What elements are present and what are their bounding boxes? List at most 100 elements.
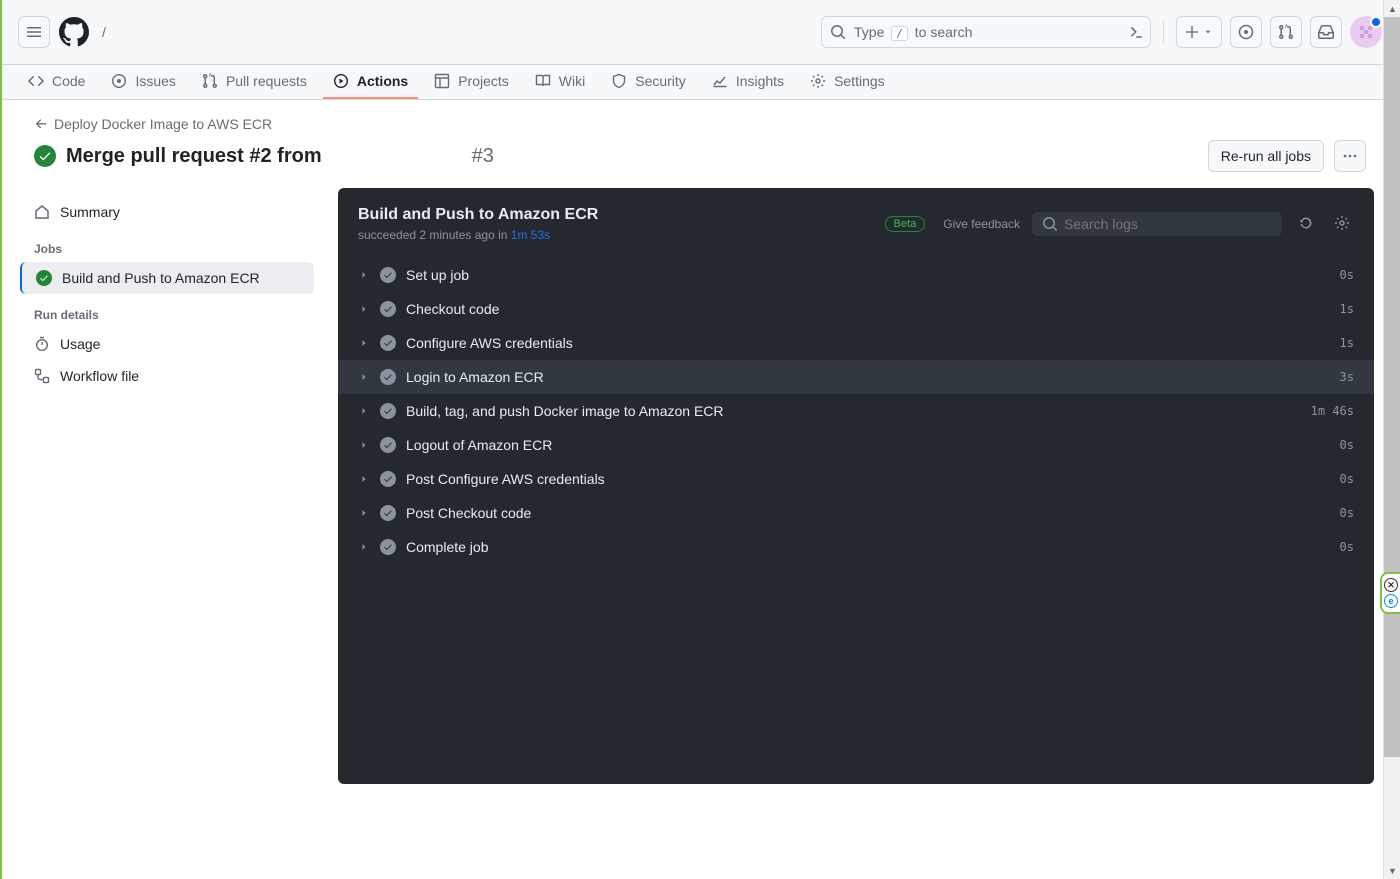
arrow-left-icon	[34, 117, 48, 131]
status-success-icon	[380, 505, 396, 521]
nav-pull-requests[interactable]: Pull requests	[192, 65, 317, 99]
browser-scrollbar[interactable]: ▲ ▼	[1383, 0, 1400, 879]
chevron-right-icon	[358, 439, 370, 451]
github-logo[interactable]	[58, 16, 90, 48]
notifications-button[interactable]	[1310, 16, 1342, 48]
job-subtitle: succeeded 2 minutes ago in 1m 53s	[358, 228, 873, 242]
issue-icon	[1238, 24, 1254, 40]
sidebar-jobs-heading: Jobs	[22, 228, 314, 262]
log-settings-button[interactable]	[1330, 211, 1354, 238]
job-log-panel: Build and Push to Amazon ECR succeeded 2…	[338, 188, 1374, 784]
step-list: Set up job 0s Checkout code 1s Configure…	[338, 250, 1374, 572]
rerun-all-jobs-button[interactable]: Re-run all jobs	[1208, 140, 1324, 172]
sidebar-summary[interactable]: Summary	[22, 196, 314, 228]
nav-issues[interactable]: Issues	[101, 65, 185, 99]
back-label: Deploy Docker Image to AWS ECR	[54, 116, 272, 132]
nav-settings[interactable]: Settings	[800, 65, 895, 99]
step-name: Configure AWS credentials	[406, 335, 1330, 351]
nav-security[interactable]: Security	[601, 65, 696, 99]
issue-icon	[111, 73, 127, 89]
step-row[interactable]: Complete job 0s	[338, 530, 1374, 564]
pull-request-icon	[202, 73, 218, 89]
back-to-workflow-link[interactable]: Deploy Docker Image to AWS ECR	[34, 116, 272, 132]
search-icon	[830, 24, 846, 40]
chevron-right-icon	[358, 541, 370, 553]
project-icon	[434, 73, 450, 89]
chevron-right-icon	[358, 303, 370, 315]
gear-icon	[810, 73, 826, 89]
nav-code[interactable]: Code	[18, 65, 95, 99]
status-success-icon	[36, 270, 52, 286]
extension-badges[interactable]: ✕ e	[1380, 572, 1400, 614]
step-name: Build, tag, and push Docker image to Ama…	[406, 403, 1301, 419]
create-new-button[interactable]	[1176, 16, 1222, 48]
user-avatar[interactable]	[1350, 16, 1382, 48]
hamburger-menu-button[interactable]	[18, 16, 50, 48]
home-icon	[34, 204, 50, 220]
workflow-icon	[34, 368, 50, 384]
step-name: Logout of Amazon ECR	[406, 437, 1330, 453]
step-row[interactable]: Post Checkout code 0s	[338, 496, 1374, 530]
repo-navigation: Code Issues Pull requests Actions Projec…	[2, 65, 1398, 100]
plus-icon	[1185, 25, 1199, 39]
step-row[interactable]: Build, tag, and push Docker image to Ama…	[338, 394, 1374, 428]
sidebar-details-heading: Run details	[22, 294, 314, 328]
nav-wiki[interactable]: Wiki	[525, 65, 595, 99]
nav-projects[interactable]: Projects	[424, 65, 519, 99]
nav-actions[interactable]: Actions	[323, 65, 418, 99]
book-icon	[535, 73, 551, 89]
step-duration: 0s	[1340, 472, 1354, 486]
step-name: Login to Amazon ECR	[406, 369, 1330, 385]
step-row[interactable]: Post Configure AWS credentials 0s	[338, 462, 1374, 496]
status-success-icon	[34, 145, 56, 167]
pull-requests-shortcut-button[interactable]	[1270, 16, 1302, 48]
step-duration: 0s	[1340, 268, 1354, 282]
step-name: Complete job	[406, 539, 1330, 555]
step-duration: 1s	[1340, 302, 1354, 316]
sidebar-workflow-file[interactable]: Workflow file	[22, 360, 314, 392]
avatar-image	[1356, 22, 1376, 42]
shield-icon	[611, 73, 627, 89]
step-row[interactable]: Set up job 0s	[338, 258, 1374, 292]
nav-insights[interactable]: Insights	[702, 65, 794, 99]
status-success-icon	[380, 437, 396, 453]
status-success-icon	[380, 539, 396, 555]
issues-shortcut-button[interactable]	[1230, 16, 1262, 48]
status-success-icon	[380, 335, 396, 351]
step-duration: 0s	[1340, 438, 1354, 452]
job-title: Build and Push to Amazon ECR	[358, 206, 873, 224]
step-duration: 0s	[1340, 540, 1354, 554]
step-duration: 0s	[1340, 506, 1354, 520]
status-success-icon	[380, 369, 396, 385]
sidebar-job-build-push[interactable]: Build and Push to Amazon ECR	[20, 262, 314, 294]
step-name: Set up job	[406, 267, 1330, 283]
search-icon	[1042, 216, 1058, 232]
step-name: Post Configure AWS credentials	[406, 471, 1330, 487]
status-success-icon	[380, 267, 396, 283]
global-header: / Type / to search	[2, 0, 1398, 65]
step-row[interactable]: Checkout code 1s	[338, 292, 1374, 326]
search-input[interactable]: Type / to search	[821, 16, 1151, 48]
refresh-logs-button[interactable]	[1294, 211, 1318, 238]
command-palette-icon	[1126, 24, 1142, 40]
status-success-icon	[380, 403, 396, 419]
chevron-right-icon	[358, 269, 370, 281]
step-name: Post Checkout code	[406, 505, 1330, 521]
chevron-down-icon	[1203, 27, 1213, 37]
status-success-icon	[380, 471, 396, 487]
step-duration: 1m 46s	[1311, 404, 1354, 418]
chevron-right-icon	[358, 405, 370, 417]
graph-icon	[712, 73, 728, 89]
log-search-input[interactable]	[1032, 212, 1282, 236]
step-row[interactable]: Login to Amazon ECR 3s	[338, 360, 1374, 394]
run-kebab-menu[interactable]	[1334, 140, 1366, 172]
step-duration: 3s	[1340, 370, 1354, 384]
play-icon	[333, 73, 349, 89]
give-feedback-link[interactable]: Give feedback	[943, 217, 1020, 231]
step-row[interactable]: Configure AWS credentials 1s	[338, 326, 1374, 360]
sync-icon	[1298, 215, 1314, 231]
sidebar-usage[interactable]: Usage	[22, 328, 314, 360]
step-row[interactable]: Logout of Amazon ECR 0s	[338, 428, 1374, 462]
kebab-icon	[1342, 148, 1358, 164]
step-duration: 1s	[1340, 336, 1354, 350]
